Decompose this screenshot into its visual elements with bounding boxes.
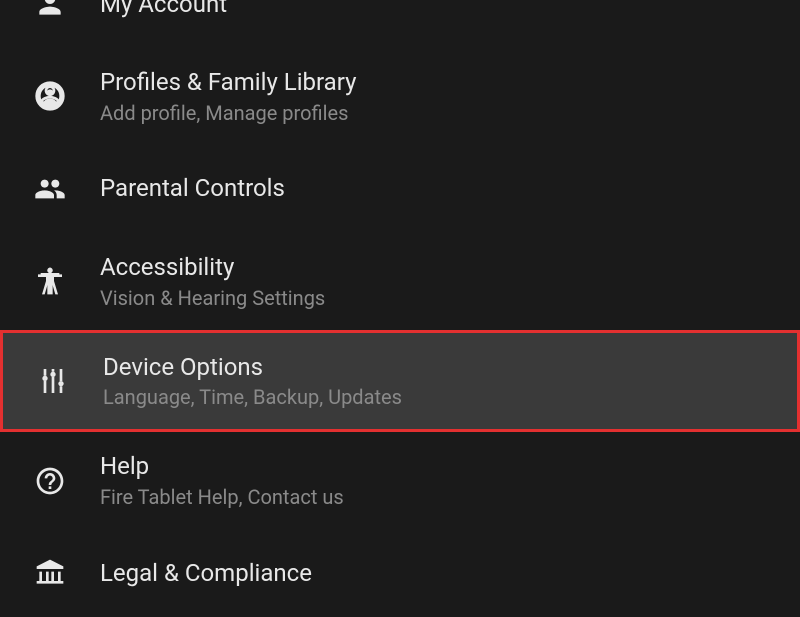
settings-item-title: Profiles & Family Library: [100, 68, 356, 97]
settings-item-subtitle: Vision & Hearing Settings: [100, 286, 325, 310]
settings-item-text: Profiles & Family Library Add profile, M…: [100, 68, 356, 125]
settings-list: My Account Profiles & Family Library Add…: [0, 0, 800, 617]
settings-item-title: Device Options: [103, 353, 402, 382]
settings-item-subtitle: Fire Tablet Help, Contact us: [100, 485, 344, 509]
profile-circle-icon: [30, 76, 70, 116]
settings-item-text: Accessibility Vision & Hearing Settings: [100, 253, 325, 310]
settings-item-device-options[interactable]: Device Options Language, Time, Backup, U…: [0, 330, 800, 433]
accessibility-icon: [30, 261, 70, 301]
settings-item-subtitle: Add profile, Manage profiles: [100, 101, 356, 125]
settings-item-profiles[interactable]: Profiles & Family Library Add profile, M…: [0, 48, 800, 145]
settings-item-text: Legal & Compliance: [100, 559, 312, 588]
people-icon: [30, 169, 70, 209]
settings-item-text: My Account: [100, 0, 227, 18]
settings-item-title: Help: [100, 452, 344, 481]
help-icon: [30, 461, 70, 501]
legal-icon: [30, 553, 70, 593]
settings-item-title: My Account: [100, 0, 227, 18]
sliders-icon: [33, 361, 73, 401]
settings-item-title: Parental Controls: [100, 174, 285, 203]
settings-item-my-account[interactable]: My Account: [0, 0, 800, 48]
settings-item-accessibility[interactable]: Accessibility Vision & Hearing Settings: [0, 233, 800, 330]
settings-item-subtitle: Language, Time, Backup, Updates: [103, 385, 402, 409]
settings-item-text: Help Fire Tablet Help, Contact us: [100, 452, 344, 509]
settings-item-text: Device Options Language, Time, Backup, U…: [103, 353, 402, 410]
settings-item-legal[interactable]: Legal & Compliance: [0, 529, 800, 617]
person-icon: [30, 0, 70, 24]
settings-item-parental-controls[interactable]: Parental Controls: [0, 145, 800, 233]
settings-item-text: Parental Controls: [100, 174, 285, 203]
settings-item-title: Accessibility: [100, 253, 325, 282]
settings-item-title: Legal & Compliance: [100, 559, 312, 588]
settings-item-help[interactable]: Help Fire Tablet Help, Contact us: [0, 432, 800, 529]
